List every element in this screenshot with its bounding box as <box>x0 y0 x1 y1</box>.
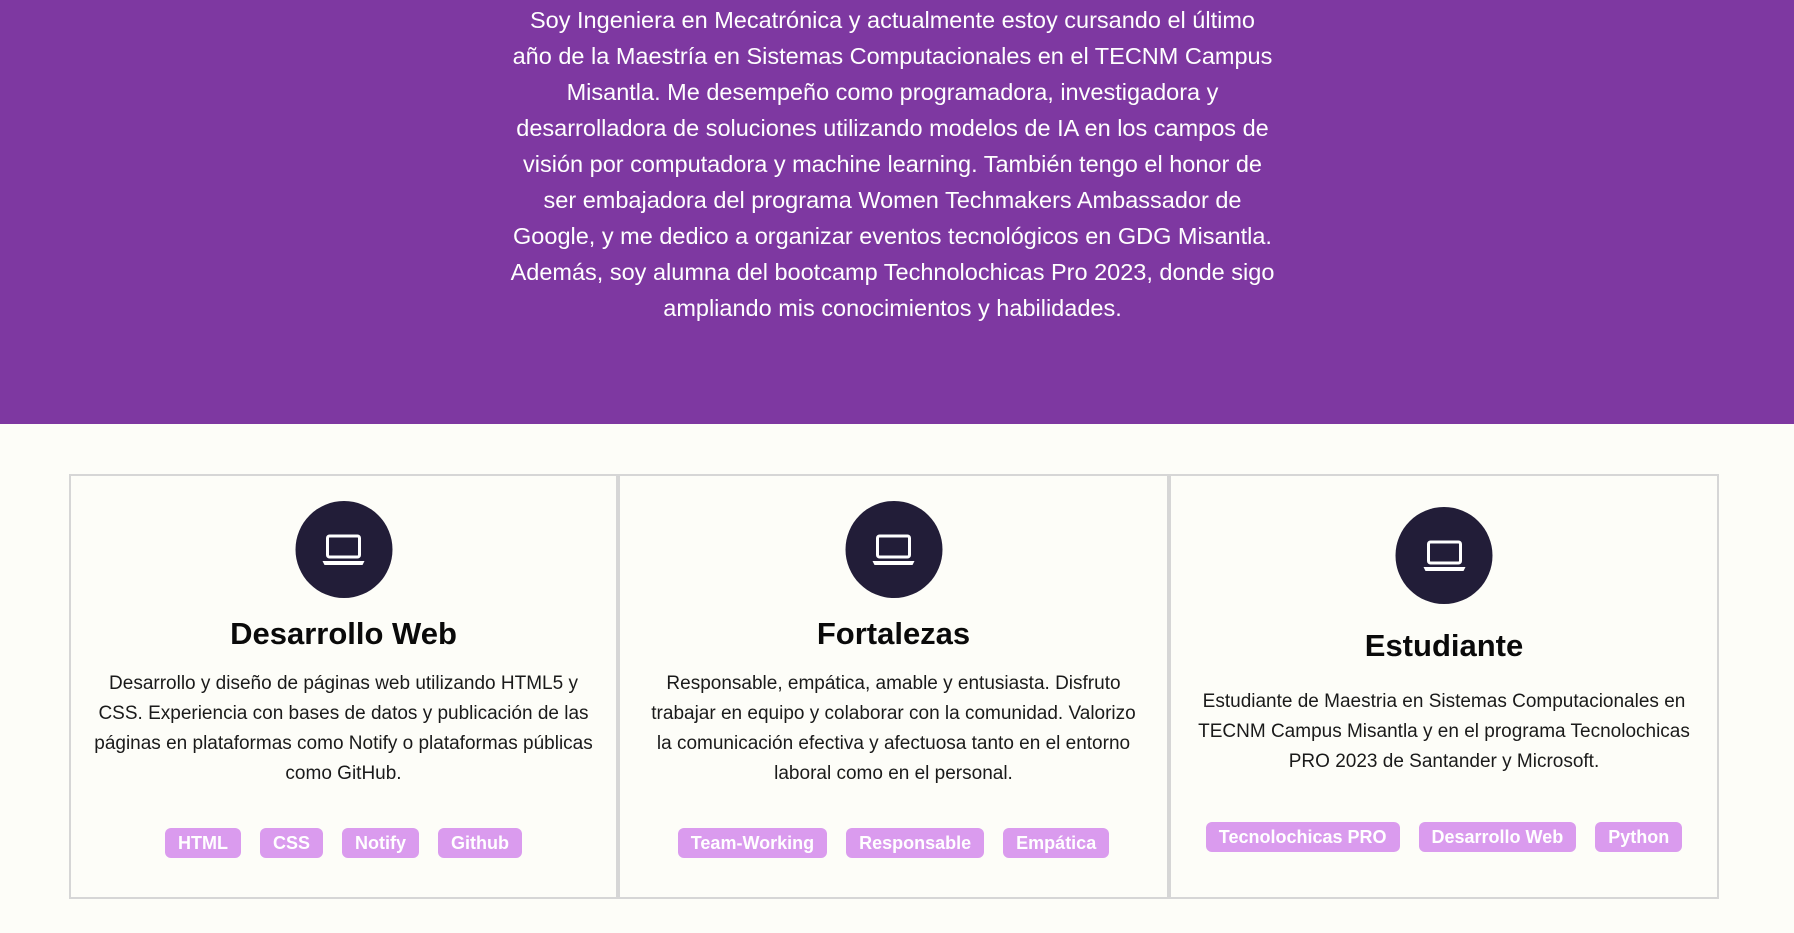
tag-desarrollo-web: Desarrollo Web <box>1418 822 1577 852</box>
laptop-icon <box>1395 507 1493 604</box>
tag-responsable: Responsable <box>846 828 985 858</box>
card-title: Fortalezas <box>816 616 971 651</box>
tag-notify: Notify <box>342 828 419 858</box>
tag-tecnolochicas-pro: Tecnolochicas PRO <box>1205 822 1400 852</box>
tag-css: CSS <box>259 828 323 858</box>
tag-list: Team-Working Responsable Empática <box>620 828 1167 858</box>
tag-list: HTML CSS Notify Github <box>71 828 616 858</box>
card-title: Estudiante <box>1364 628 1524 663</box>
tag-python: Python <box>1595 822 1683 852</box>
card-estudiante: Estudiante Estudiante de Maestria en Sis… <box>1169 474 1719 899</box>
card-desarrollo-web: Desarrollo Web Desarrollo y diseño de pá… <box>69 474 618 899</box>
about-paragraph: Soy Ingeniera en Mecatrónica y actualmen… <box>510 7 1275 321</box>
card-fortalezas: Fortalezas Responsable, empática, amable… <box>618 474 1169 899</box>
laptop-icon <box>295 501 392 598</box>
card-description: Responsable, empática, amable y entusias… <box>651 673 1136 784</box>
tag-list: Tecnolochicas PRO Desarrollo Web Python <box>1171 822 1717 852</box>
card-description: Estudiante de Maestria en Sistemas Compu… <box>1198 691 1690 772</box>
laptop-icon <box>845 501 942 598</box>
card-description: Desarrollo y diseño de páginas web utili… <box>94 673 593 784</box>
skills-cards-section: Desarrollo Web Desarrollo y diseño de pá… <box>69 474 1719 903</box>
tag-github: Github <box>438 828 522 858</box>
card-title: Desarrollo Web <box>230 616 457 651</box>
about-hero-section: Soy Ingeniera en Mecatrónica y actualmen… <box>0 0 1794 424</box>
tag-empatica: Empática <box>1003 828 1110 858</box>
tag-team-working: Team-Working <box>677 828 828 858</box>
tag-html: HTML <box>165 828 241 858</box>
